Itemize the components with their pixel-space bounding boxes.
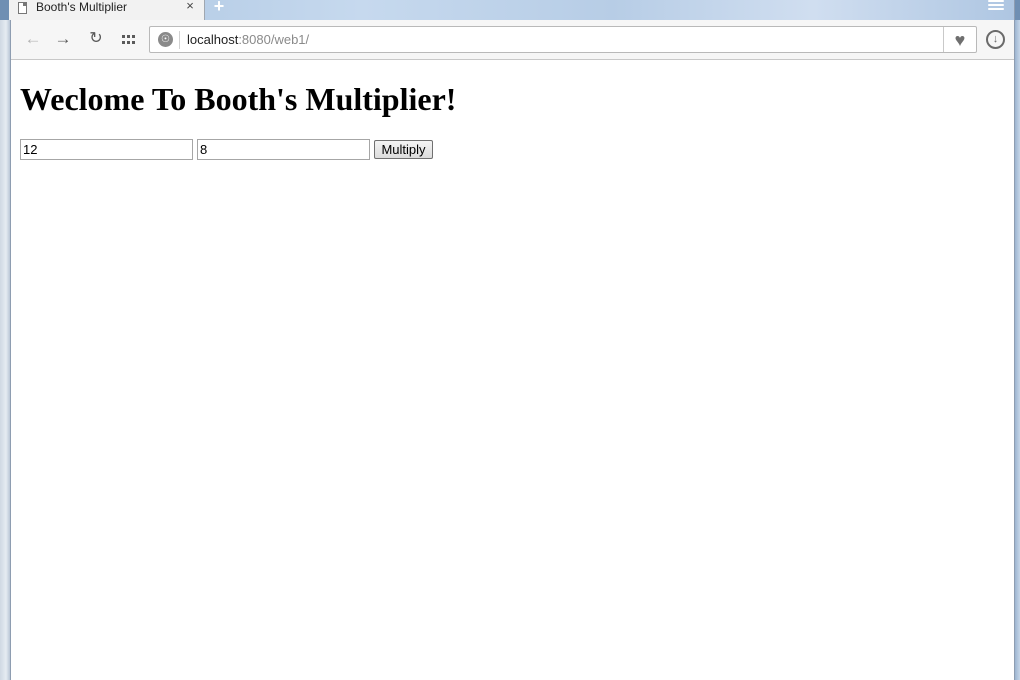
tab-booths-multiplier[interactable]: Booth's Multiplier × <box>9 0 205 20</box>
url-host: localhost <box>187 32 239 47</box>
toolbar: ← → ↻ ☉ localhost:8080/web1/ ♥ ↓ <box>11 20 1014 60</box>
desktop-left-strip <box>0 20 10 680</box>
apps-grid-icon[interactable] <box>118 29 138 49</box>
multiply-button[interactable]: Multiply <box>374 140 433 159</box>
close-icon[interactable]: × <box>184 0 196 13</box>
page-content: Weclome To Booth's Multiplier! Multiply <box>11 61 1014 680</box>
multiplicand-input[interactable] <box>20 139 193 160</box>
address-bar[interactable]: ☉ localhost:8080/web1/ ♥ <box>149 26 977 53</box>
menu-icon[interactable] <box>988 0 1004 12</box>
multiplier-input[interactable] <box>197 139 370 160</box>
heart-icon[interactable]: ♥ <box>950 30 970 50</box>
new-tab-button[interactable]: + <box>211 0 227 16</box>
download-icon[interactable]: ↓ <box>986 30 1005 49</box>
tab-title: Booth's Multiplier <box>36 0 127 14</box>
url-divider <box>179 31 180 49</box>
url-path: :8080/web1/ <box>238 32 310 47</box>
desktop-right-strip <box>1015 20 1020 680</box>
reload-icon[interactable]: ↻ <box>86 29 106 49</box>
forward-arrow-icon[interactable]: → <box>53 29 73 49</box>
url-button-divider <box>943 27 944 52</box>
page-icon <box>18 2 27 14</box>
back-arrow-icon[interactable]: ← <box>23 29 43 49</box>
browser-window: Booth's Multiplier × + ← → ↻ ☉ localhost… <box>9 0 1015 680</box>
globe-icon[interactable]: ☉ <box>158 32 173 47</box>
url-text[interactable]: localhost:8080/web1/ <box>187 32 309 48</box>
tab-bar: Booth's Multiplier × + <box>9 0 1014 20</box>
page-title: Weclome To Booth's Multiplier! <box>20 81 457 117</box>
